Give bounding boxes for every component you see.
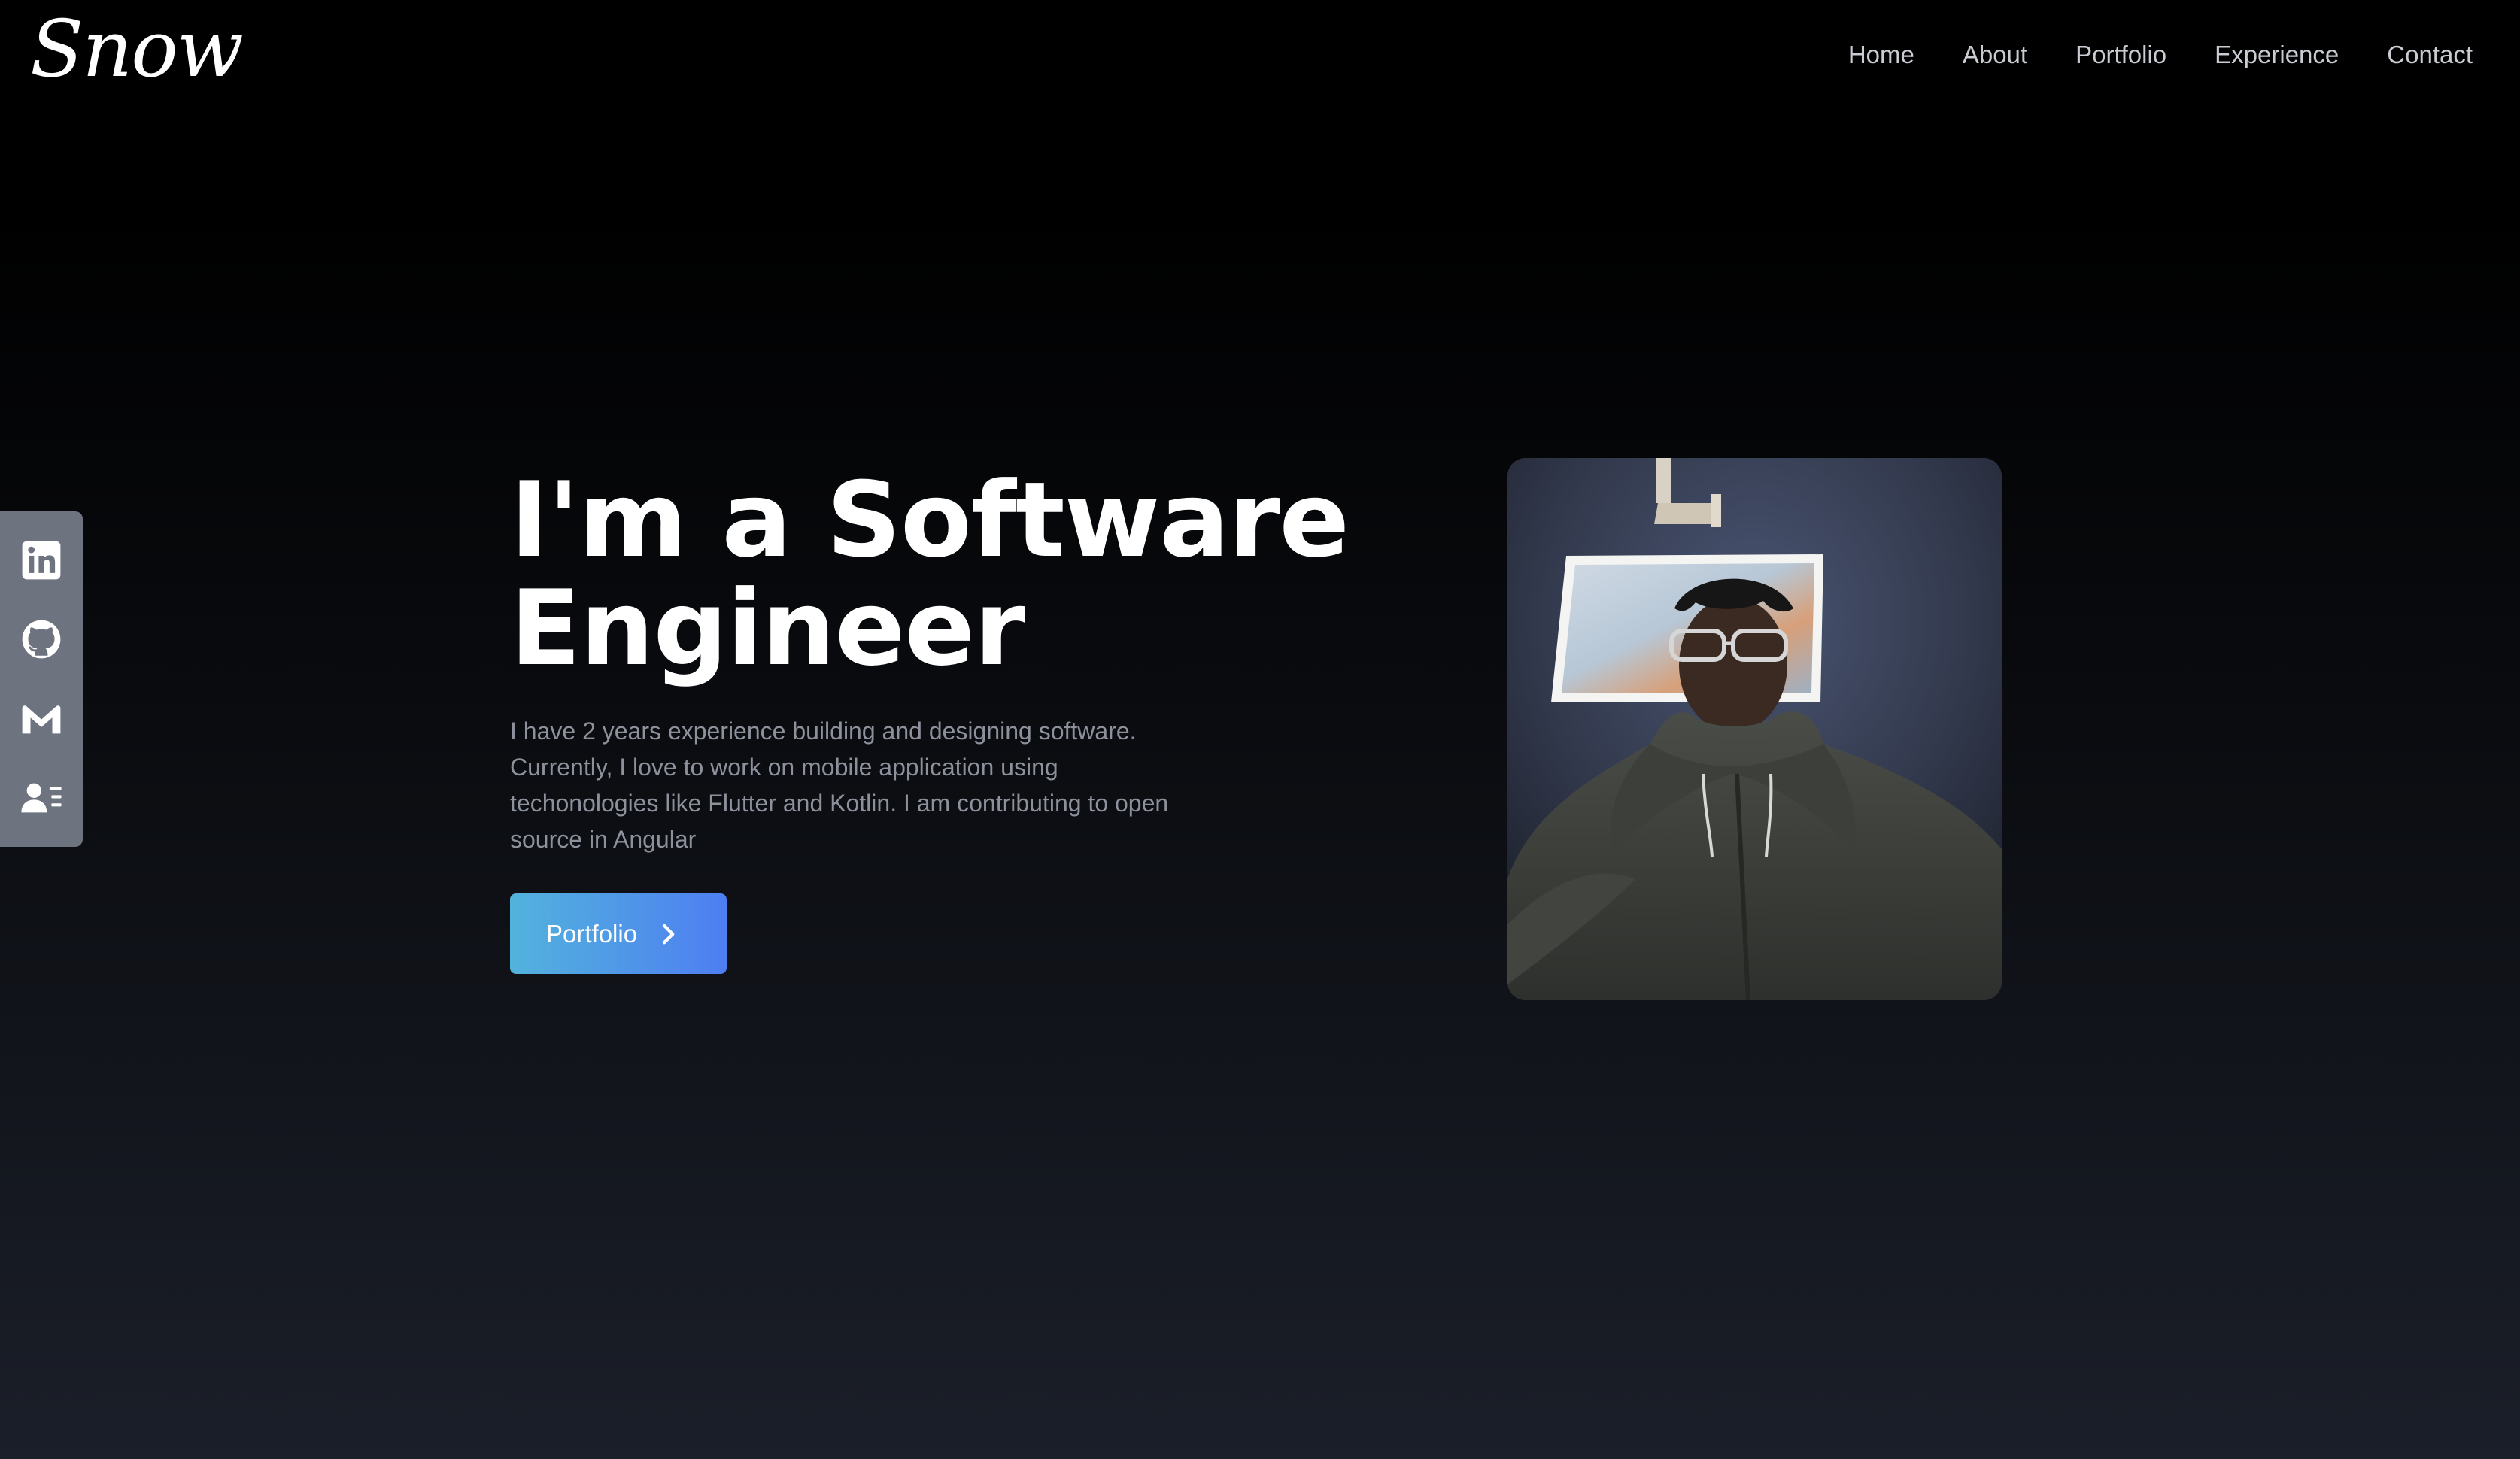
site-logo[interactable]: Snow xyxy=(30,6,244,93)
hero-headline: I'm a Software Engineer xyxy=(510,460,1350,689)
github-icon[interactable] xyxy=(20,617,63,661)
hero-intro-text: I have 2 years experience building and d… xyxy=(510,717,1169,853)
portfolio-button[interactable]: Portfolio xyxy=(510,893,727,974)
chevron-right-icon xyxy=(662,924,675,944)
main-nav: Home About Portfolio Experience Contact xyxy=(1848,42,2473,67)
nav-contact-link[interactable]: Contact xyxy=(2387,42,2473,67)
gmail-icon[interactable] xyxy=(20,697,63,741)
hero-headline-line-2: Engineer xyxy=(510,568,1025,689)
nav-about-link[interactable]: About xyxy=(1963,42,2027,67)
nav-home-link[interactable]: Home xyxy=(1848,42,1914,67)
portfolio-button-label: Portfolio xyxy=(546,919,638,948)
social-links-bar xyxy=(0,511,83,847)
hero-headline-line-1: I'm a Software xyxy=(510,460,1350,581)
resume-icon[interactable] xyxy=(20,776,63,820)
profile-photo xyxy=(1507,458,2002,1000)
linkedin-icon[interactable] xyxy=(20,538,63,582)
nav-portfolio-link[interactable]: Portfolio xyxy=(2075,42,2166,67)
nav-experience-link[interactable]: Experience xyxy=(2215,42,2339,67)
